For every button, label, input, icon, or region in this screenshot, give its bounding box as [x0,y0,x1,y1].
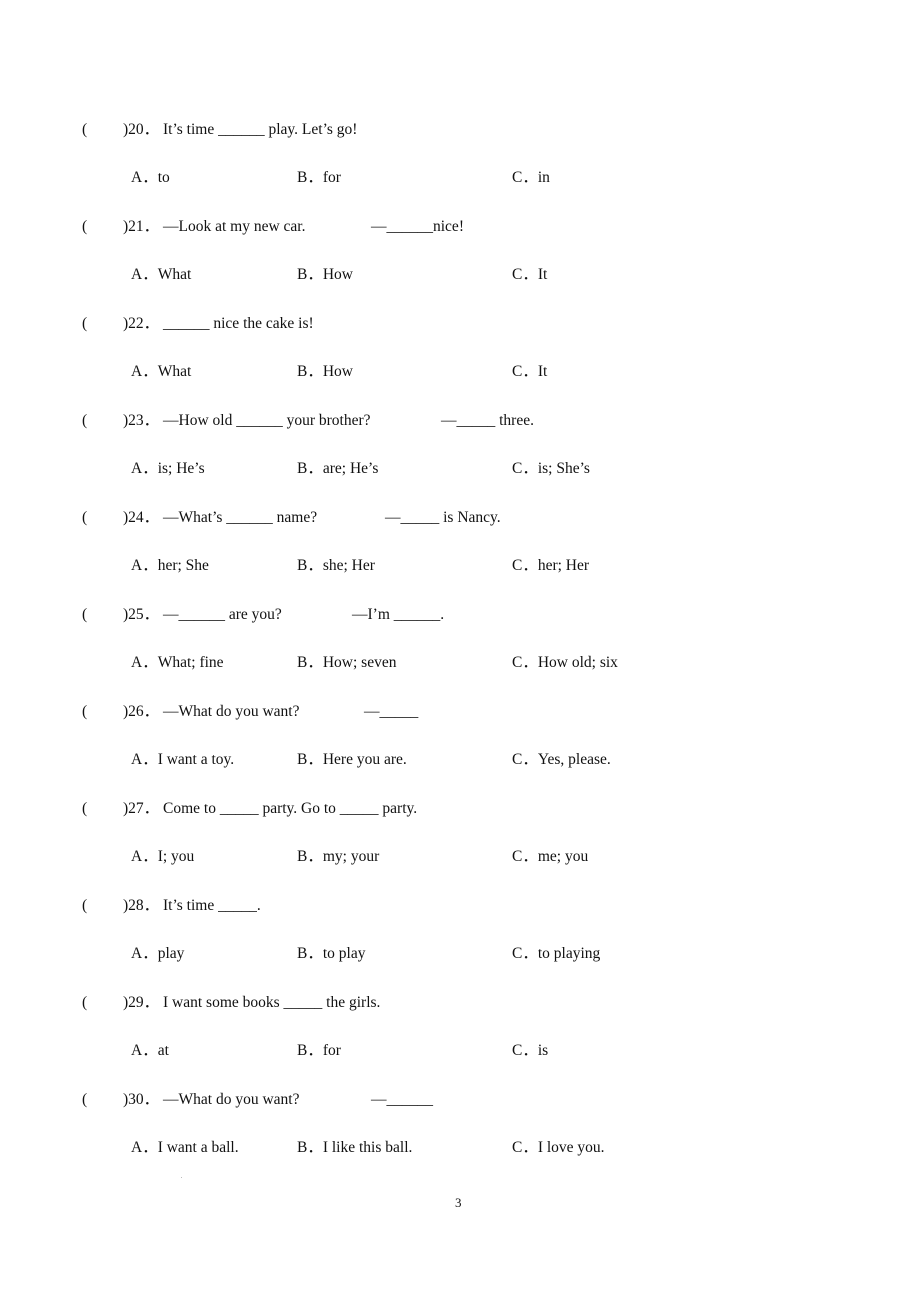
question-stem: —What do you want? [163,703,300,720]
answer-blank-paren[interactable]: ( [82,798,87,820]
option-c[interactable]: C．How old; six [512,652,618,674]
option-b[interactable]: B．to play [297,943,365,965]
question-stem: —Look at my new car. [163,218,306,235]
option-c[interactable]: C．me; you [512,846,588,868]
question-number: )29． [123,994,160,1011]
option-a[interactable]: A．What; fine [131,652,224,674]
question-stem: —How old ______ your brother? [163,412,371,429]
question-number: )25． [123,606,160,623]
question-reply: —_____ three. [441,412,534,429]
option-b[interactable]: B．I like this ball. [297,1137,412,1159]
option-c[interactable]: C．is [512,1040,548,1062]
option-c[interactable]: C．Yes, please. [512,749,611,771]
option-a[interactable]: A．I; you [131,846,194,868]
answer-blank-paren[interactable]: ( [82,216,87,238]
question-number: )21． [123,218,160,235]
option-b[interactable]: B．Here you are. [297,749,407,771]
question-reply: —_____ [364,703,419,720]
option-b[interactable]: B．she; Her [297,555,375,577]
question-stem: It’s time ______ play. Let’s go! [163,121,358,138]
question-stem: —What do you want? [163,1091,300,1108]
question-stem: Come to _____ party. Go to _____ party. [163,800,418,817]
question-number: )30． [123,1091,160,1108]
option-c[interactable]: C．It [512,264,547,286]
option-a[interactable]: A．What [131,361,191,383]
question-stem: —What’s ______ name? [163,509,318,526]
option-a[interactable]: A．I want a ball. [131,1137,239,1159]
answer-blank-paren[interactable]: ( [82,992,87,1014]
answer-blank-paren[interactable]: ( [82,119,87,141]
answer-blank-paren[interactable]: ( [82,1089,87,1111]
option-b[interactable]: B．How; seven [297,652,396,674]
option-c[interactable]: C．It [512,361,547,383]
option-a[interactable]: A．I want a toy. [131,749,234,771]
option-c[interactable]: C．I love you. [512,1137,605,1159]
option-a[interactable]: A．is; He’s [131,458,205,480]
answer-blank-paren[interactable]: ( [82,701,87,723]
option-b[interactable]: B．How [297,264,353,286]
option-c[interactable]: C．is; She’s [512,458,590,480]
question-stem: —______ are you? [163,606,282,623]
question-stem: ______ nice the cake is! [163,315,314,332]
question-number: )26． [123,703,160,720]
scan-speck [181,1177,182,1178]
answer-blank-paren[interactable]: ( [82,507,87,529]
option-b[interactable]: B．for [297,1040,341,1062]
option-b[interactable]: B．for [297,167,341,189]
option-a[interactable]: A．at [131,1040,169,1062]
question-stem: I want some books _____ the girls. [163,994,381,1011]
option-c[interactable]: C．her; Her [512,555,589,577]
question-reply: —_____ is Nancy. [385,509,501,526]
question-number: )27． [123,800,160,817]
answer-blank-paren[interactable]: ( [82,410,87,432]
option-c[interactable]: C．to playing [512,943,600,965]
question-stem: It’s time _____. [163,897,261,914]
question-number: )22． [123,315,160,332]
option-a[interactable]: A．to [131,167,170,189]
option-a[interactable]: A．her; She [131,555,209,577]
question-reply: —______ [371,1091,433,1108]
option-c[interactable]: C．in [512,167,550,189]
page-number: 3 [455,1195,462,1210]
question-number: )23． [123,412,160,429]
option-a[interactable]: A．What [131,264,191,286]
question-number: )28． [123,897,160,914]
option-b[interactable]: B．How [297,361,353,383]
question-reply: —______nice! [371,218,464,235]
answer-blank-paren[interactable]: ( [82,313,87,335]
question-number: )20． [123,121,160,138]
option-b[interactable]: B．my; your [297,846,379,868]
option-a[interactable]: A．play [131,943,184,965]
answer-blank-paren[interactable]: ( [82,895,87,917]
question-reply: —I’m ______. [352,606,445,623]
answer-blank-paren[interactable]: ( [82,604,87,626]
question-number: )24． [123,509,160,526]
option-b[interactable]: B．are; He’s [297,458,378,480]
